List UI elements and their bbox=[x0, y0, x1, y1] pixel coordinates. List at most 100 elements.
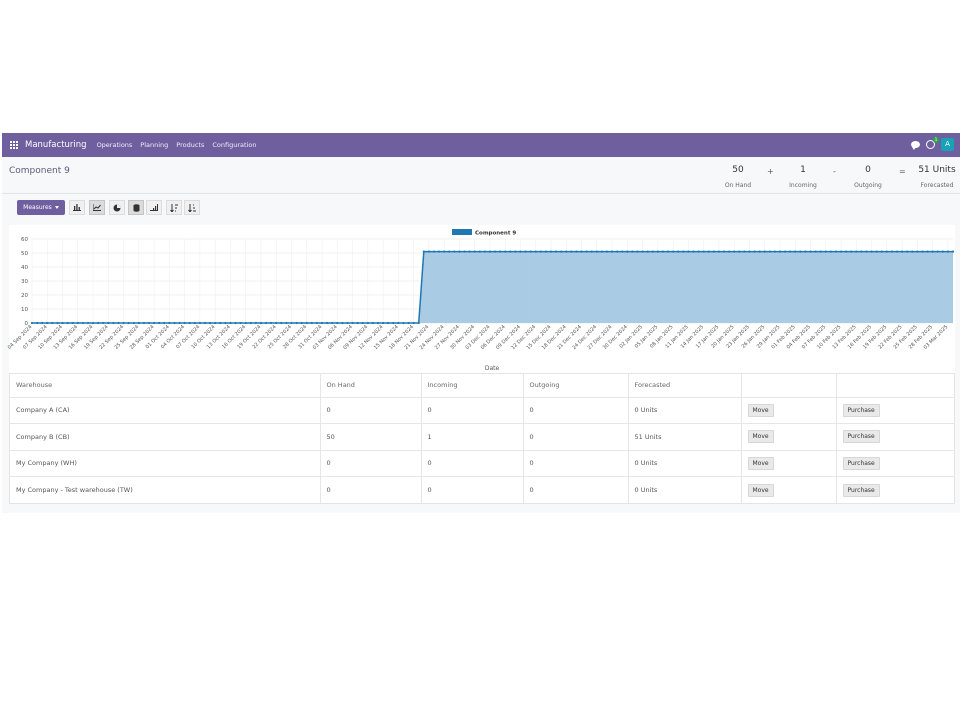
cumulative-button[interactable] bbox=[146, 200, 162, 215]
series-point bbox=[61, 321, 64, 325]
activity-clock-icon[interactable]: 1 bbox=[926, 137, 939, 149]
series-point bbox=[651, 250, 654, 253]
nav-item-products[interactable]: Products bbox=[176, 141, 204, 149]
series-point bbox=[692, 250, 695, 253]
series-point bbox=[397, 321, 400, 325]
series-point bbox=[911, 250, 914, 253]
series-point bbox=[117, 321, 120, 325]
series-point bbox=[198, 321, 202, 325]
nav-item-operations[interactable]: Operations bbox=[97, 141, 133, 149]
page-title[interactable]: Component 9 bbox=[9, 166, 70, 176]
series-point bbox=[722, 250, 726, 253]
nav-item-planning[interactable]: Planning bbox=[140, 141, 168, 149]
purchase-button[interactable]: Purchase bbox=[842, 483, 880, 497]
series-point bbox=[743, 250, 746, 253]
cell-purchase: Purchase bbox=[836, 423, 954, 451]
series-point bbox=[264, 321, 268, 325]
series-point bbox=[488, 250, 492, 253]
nav-item-configuration[interactable]: Configuration bbox=[212, 141, 256, 149]
chat-icon[interactable] bbox=[911, 141, 920, 150]
series-point bbox=[890, 250, 894, 253]
col-on-hand: On Hand bbox=[320, 374, 422, 398]
series-point bbox=[707, 250, 710, 253]
sort-ascending-button[interactable] bbox=[184, 200, 200, 215]
cell-warehouse: Company A (CA) bbox=[10, 397, 321, 424]
series-point bbox=[773, 250, 777, 253]
series-point bbox=[748, 250, 751, 253]
series-point bbox=[239, 321, 242, 325]
series-point bbox=[931, 250, 934, 253]
series-point bbox=[320, 321, 324, 325]
pie-chart-button[interactable] bbox=[109, 200, 125, 215]
series-point bbox=[173, 321, 176, 325]
series-point bbox=[35, 321, 39, 325]
series-point bbox=[280, 321, 283, 325]
series-point bbox=[214, 321, 217, 325]
series-point bbox=[544, 250, 548, 253]
series-point bbox=[478, 250, 481, 253]
series-point bbox=[789, 250, 792, 253]
stat-outgoing[interactable]: 0 Outgoing bbox=[848, 165, 888, 189]
purchase-button[interactable]: Purchase bbox=[842, 430, 880, 444]
cell-purchase: Purchase bbox=[836, 450, 954, 477]
move-button[interactable]: Move bbox=[747, 403, 774, 417]
series-point bbox=[687, 250, 690, 253]
cell-on-hand: 50 bbox=[320, 423, 422, 451]
top-navbar: Manufacturing Operations Planning Produc… bbox=[2, 133, 960, 157]
series-point bbox=[259, 321, 263, 325]
stat-on-hand-label: On Hand bbox=[724, 182, 752, 189]
series-point bbox=[483, 250, 486, 253]
move-button[interactable]: Move bbox=[747, 456, 774, 470]
series-point bbox=[799, 250, 802, 253]
equals-operator: = bbox=[899, 167, 906, 176]
series-point bbox=[392, 321, 395, 325]
series-point bbox=[285, 321, 288, 325]
series-point bbox=[555, 250, 558, 253]
stat-forecasted[interactable]: 51 Units Forecasted bbox=[916, 165, 958, 189]
stacked-button[interactable] bbox=[128, 200, 144, 215]
user-avatar[interactable]: A bbox=[941, 138, 954, 151]
series-point bbox=[290, 321, 293, 325]
line-chart-button[interactable] bbox=[89, 200, 105, 215]
series-point bbox=[249, 321, 252, 325]
col-warehouse: Warehouse bbox=[10, 374, 321, 398]
series-point bbox=[926, 250, 929, 253]
measures-dropdown-button[interactable]: Measures bbox=[17, 200, 65, 215]
series-point bbox=[921, 250, 924, 253]
series-point bbox=[473, 250, 476, 253]
app-menu-icon[interactable] bbox=[10, 141, 18, 149]
purchase-button[interactable]: Purchase bbox=[842, 403, 880, 417]
cell-warehouse: My Company (WH) bbox=[10, 450, 321, 477]
cell-on-hand: 0 bbox=[320, 397, 422, 424]
series-point bbox=[804, 250, 807, 253]
bar-chart-button[interactable] bbox=[69, 200, 85, 215]
series-point bbox=[595, 250, 598, 253]
move-button[interactable]: Move bbox=[747, 483, 774, 497]
series-point bbox=[616, 250, 619, 253]
col-move bbox=[741, 374, 837, 398]
cell-incoming: 0 bbox=[421, 476, 524, 503]
series-point bbox=[432, 250, 436, 253]
series-point bbox=[738, 250, 741, 253]
purchase-button[interactable]: Purchase bbox=[842, 456, 880, 470]
series-point bbox=[621, 250, 624, 253]
chart-svg: 0102030405060 04 Sep 202407 Sep 202410 S… bbox=[7, 225, 955, 373]
table-row: My Company - Test warehouse (TW) 0 0 0 0… bbox=[10, 476, 954, 503]
series-point bbox=[855, 250, 858, 253]
series-point bbox=[906, 250, 909, 253]
stat-on-hand[interactable]: 50 On Hand bbox=[722, 165, 754, 189]
series-point bbox=[626, 250, 629, 253]
series-point bbox=[850, 250, 853, 253]
series-point bbox=[244, 321, 247, 325]
series-point bbox=[310, 321, 313, 325]
series-point bbox=[697, 250, 700, 253]
app-brand[interactable]: Manufacturing bbox=[25, 140, 87, 150]
series-point bbox=[814, 250, 817, 253]
cell-outgoing: 0 bbox=[523, 450, 629, 477]
series-point bbox=[315, 321, 319, 325]
stat-incoming[interactable]: 1 Incoming bbox=[785, 165, 821, 189]
sort-descending-button[interactable] bbox=[166, 200, 182, 215]
move-button[interactable]: Move bbox=[747, 430, 774, 444]
y-tick-label: 20 bbox=[21, 293, 28, 299]
series-point bbox=[880, 250, 883, 253]
